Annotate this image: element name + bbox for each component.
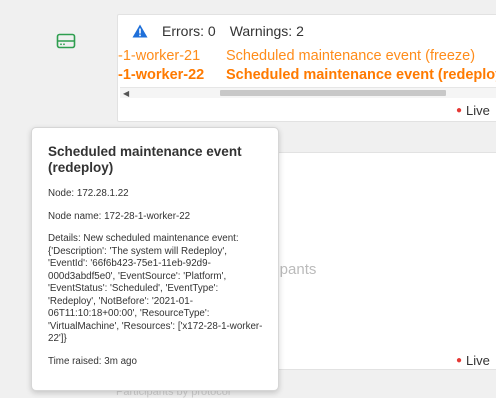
errors-count: Errors: 0 [162, 23, 216, 39]
horizontal-scrollbar[interactable]: ◀ ▶ [120, 87, 496, 98]
live-indicator: ● Live [456, 353, 490, 368]
alert-row[interactable]: -1-worker-22 Scheduled maintenance event … [118, 67, 496, 83]
warnings-count: Warnings: 2 [229, 23, 304, 39]
alert-tooltip: Scheduled maintenance event (redeploy) N… [31, 127, 279, 391]
live-dot-icon: ● [456, 355, 463, 366]
alert-node: -1-worker-22 [118, 67, 205, 83]
live-indicator: ● Live [456, 103, 490, 118]
alert-node: -1-worker-21 [118, 48, 201, 64]
tooltip-details: Details: New scheduled maintenance event… [48, 233, 263, 344]
live-dot-icon: ● [456, 105, 463, 116]
alerts-header: Errors: 0 Warnings: 2 [132, 23, 304, 39]
alert-message: Scheduled maintenance event (freeze) [226, 48, 476, 64]
warning-triangle-icon [132, 24, 148, 38]
drive-icon [56, 33, 76, 49]
alert-row[interactable]: -1-worker-21 Scheduled maintenance event … [118, 48, 475, 64]
tooltip-title: Scheduled maintenance event (redeploy) [48, 144, 242, 175]
alerts-panel: Errors: 0 Warnings: 2 -1-worker-21 Schedul… [117, 14, 496, 122]
tooltip-time-raised: Time raised: 3m ago [48, 355, 137, 367]
scroll-left-icon[interactable]: ◀ [123, 89, 129, 98]
scrollbar-thumb[interactable] [220, 90, 446, 96]
tooltip-node: Node: 172.28.1.22 [48, 188, 129, 199]
alert-message: Scheduled maintenance event (redeploy [226, 67, 496, 83]
tooltip-node-name: Node name: 172-28-1-worker-22 [48, 210, 191, 222]
